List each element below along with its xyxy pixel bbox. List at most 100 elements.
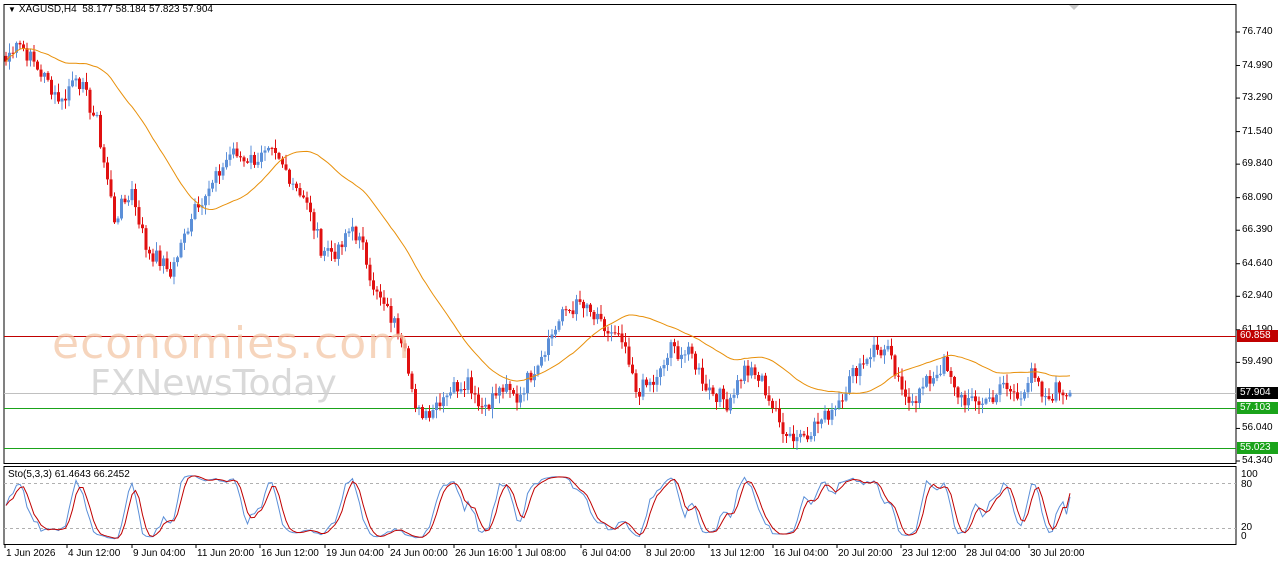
candle-body — [386, 303, 389, 307]
candle-body — [477, 394, 480, 407]
candle-body — [382, 297, 386, 304]
candle-body — [834, 408, 837, 410]
candle-body — [39, 69, 43, 77]
symbol-header[interactable]: ▼ XAGUSD,H4 58.177 58.184 57.823 57.904 — [8, 4, 213, 15]
candle-body — [886, 345, 890, 350]
candle-body — [1068, 392, 1072, 397]
candle-body — [505, 383, 508, 392]
candle-body — [977, 401, 981, 405]
candle-body — [116, 218, 120, 223]
time-axis-tick: 11 Jun 20:00 — [197, 548, 255, 559]
candle-body — [536, 365, 540, 375]
support2-price-tag: 55.023 — [1237, 442, 1278, 454]
candle-body — [179, 242, 183, 258]
candle-body — [1044, 396, 1047, 398]
candle-body — [970, 396, 974, 399]
candle-body — [85, 82, 88, 90]
candle-body — [134, 188, 137, 208]
candle-body — [519, 394, 522, 403]
candle-body — [736, 380, 739, 395]
time-axis-tick: 8 Jul 20:00 — [646, 548, 695, 559]
candle-body — [459, 389, 463, 392]
candle-body — [865, 359, 869, 365]
candle-body — [750, 367, 753, 376]
candle-body — [260, 152, 263, 162]
price-axis-tick: 66.390 — [1242, 224, 1273, 236]
candle-body — [981, 403, 984, 405]
candle-body — [106, 162, 109, 180]
candle-body — [319, 229, 323, 256]
candle-body — [235, 148, 239, 157]
candle-body — [81, 82, 85, 90]
candle-body — [974, 396, 977, 402]
time-axis-tick: 19 Jun 04:00 — [326, 548, 384, 559]
candle-body — [508, 383, 512, 391]
time-axis-tick: 6 Jul 04:00 — [582, 548, 631, 559]
candle-body — [442, 397, 445, 407]
candle-body — [704, 383, 708, 391]
watermark-fxnewstoday: FXNewsToday — [90, 363, 337, 404]
candle-body — [830, 409, 834, 420]
candle-body — [613, 332, 617, 334]
candle-body — [361, 236, 365, 243]
candle-body — [823, 410, 827, 420]
price-axis-tick: 73.290 — [1242, 92, 1273, 104]
candle-body — [1009, 388, 1012, 392]
candle-body — [330, 248, 333, 252]
candle-body — [144, 228, 148, 250]
candle-body — [1023, 392, 1026, 399]
candle-body — [421, 407, 424, 419]
candle-body — [841, 400, 844, 402]
candle-body — [487, 404, 491, 409]
candle-body — [879, 349, 883, 356]
candle-body — [22, 44, 25, 49]
candle-body — [666, 357, 669, 366]
candle-body — [193, 204, 197, 219]
candle-body — [1012, 391, 1016, 393]
candle-body — [669, 342, 673, 358]
price-axis-tick: 64.640 — [1242, 257, 1273, 269]
candle-body — [438, 402, 442, 407]
candle-body — [690, 346, 694, 354]
candle-body — [123, 198, 127, 203]
candle-body — [274, 147, 277, 153]
candle-body — [316, 229, 319, 231]
stochastic-axis-tick: 0 — [1241, 531, 1247, 542]
dropdown-triangle-icon[interactable]: ▼ — [8, 5, 16, 14]
candle-body — [760, 375, 764, 381]
time-axis-tick: 16 Jul 04:00 — [774, 548, 829, 559]
candle-body — [561, 309, 564, 322]
time-axis-tick: 20 Jul 20:00 — [838, 548, 893, 559]
candle-body — [785, 433, 788, 436]
candle-body — [1030, 368, 1033, 383]
candle-body — [99, 114, 102, 148]
candle-body — [680, 354, 683, 360]
candle-body — [95, 114, 99, 116]
candle-body — [778, 408, 781, 423]
candle-body — [694, 353, 697, 370]
candle-body — [774, 408, 778, 410]
candle-body — [757, 375, 760, 381]
candle-body — [627, 346, 631, 365]
candle-body — [624, 342, 627, 347]
candle-body — [515, 393, 519, 403]
candle-body — [655, 377, 659, 385]
chart-canvas[interactable] — [0, 0, 1280, 567]
candle-body — [564, 309, 568, 311]
candle-body — [64, 98, 67, 101]
candle-body — [645, 379, 648, 386]
candle-body — [911, 401, 914, 403]
candle-body — [652, 381, 655, 385]
candle-body — [78, 78, 81, 90]
candle-body — [855, 367, 858, 377]
candle-body — [634, 373, 638, 392]
candle-body — [57, 92, 60, 102]
candle-body — [599, 313, 603, 320]
time-axis-tick: 4 Jun 12:00 — [68, 548, 121, 559]
candle-body — [967, 398, 970, 406]
candle-body — [746, 365, 750, 376]
candle-body — [151, 253, 155, 262]
candle-body — [1037, 377, 1040, 382]
candle-body — [494, 393, 498, 396]
candle-body — [435, 402, 438, 411]
